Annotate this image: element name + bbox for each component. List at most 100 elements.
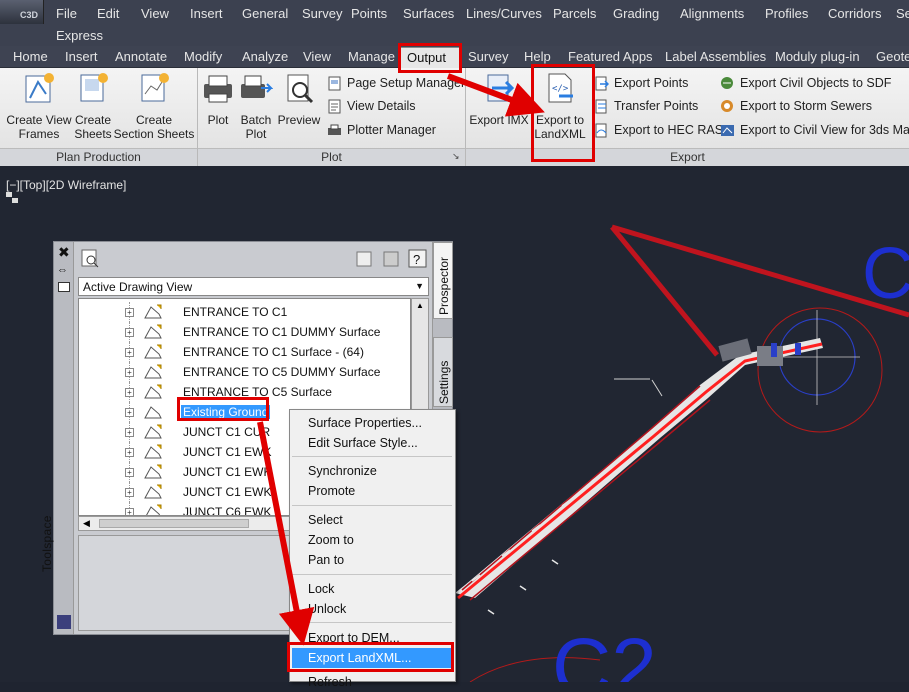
plot-dialog-launcher-icon[interactable]: ↘ <box>452 151 460 162</box>
expand-icon[interactable]: + <box>125 388 134 397</box>
viewport-controls-label[interactable]: [−][Top][2D Wireframe] <box>6 178 126 192</box>
export-points-button[interactable]: Export Points <box>594 73 688 93</box>
tab-help[interactable]: Help <box>524 49 551 64</box>
menu-points[interactable]: Points <box>351 6 387 21</box>
menu-general[interactable]: General <box>242 6 288 21</box>
page-setup-manager-label: Page Setup Manager <box>347 76 466 90</box>
tab-annotate[interactable]: Annotate <box>115 49 167 64</box>
create-sheets-label: Create Sheets <box>74 113 112 141</box>
expand-icon[interactable]: + <box>125 448 134 457</box>
expand-icon[interactable]: + <box>125 328 134 337</box>
highlight-existing-ground <box>177 397 269 421</box>
view-details-button[interactable]: View Details <box>327 96 416 116</box>
menu-grading[interactable]: Grading <box>613 6 659 21</box>
plot-label: Plot <box>207 113 229 127</box>
tree-item[interactable]: + ENTRANCE TO C1 Surface - (64) <box>79 342 410 362</box>
panel-icon[interactable] <box>383 251 399 267</box>
plot-button[interactable]: Plot <box>199 72 237 127</box>
expand-icon[interactable]: + <box>125 408 134 417</box>
tree-item[interactable]: + ENTRANCE TO C1 DUMMY Surface <box>79 322 410 342</box>
menu-divider <box>292 622 452 623</box>
create-sheets-button[interactable]: Create Sheets <box>74 72 112 141</box>
tab-prospector-label: Prospector <box>437 256 451 315</box>
preview-button[interactable]: Preview <box>276 72 322 127</box>
chevron-down-icon: ▼ <box>415 281 424 291</box>
menu-lines-curves[interactable]: Lines/Curves <box>466 6 542 21</box>
view-dropdown[interactable]: Active Drawing View ▼ <box>78 277 429 296</box>
export-imx-button[interactable]: Export IMX <box>468 72 530 127</box>
transfer-points-icon <box>595 99 607 113</box>
menu-view[interactable]: View <box>141 6 169 21</box>
surface-icon <box>144 464 162 479</box>
export-to-storm-sewers-button[interactable]: Export to Storm Sewers <box>720 96 872 116</box>
export-to-hec-ras-button[interactable]: Export to HEC RAS <box>594 120 723 140</box>
tab-view[interactable]: View <box>303 49 331 64</box>
menu-surface-properties[interactable]: Surface Properties... <box>290 413 455 433</box>
tab-manage[interactable]: Manage <box>348 49 395 64</box>
page-setup-manager-button[interactable]: Page Setup Manager <box>327 73 465 93</box>
app-menu-button[interactable]: C3D <box>0 0 44 24</box>
properties-icon[interactable] <box>58 282 70 292</box>
menu-overflow[interactable]: Se <box>896 6 909 21</box>
menu-alignments[interactable]: Alignments <box>680 6 744 21</box>
menu-profiles[interactable]: Profiles <box>765 6 808 21</box>
expand-icon[interactable]: + <box>125 308 134 317</box>
tab-home[interactable]: Home <box>13 49 48 64</box>
close-icon[interactable]: ✖ <box>58 244 70 261</box>
scroll-left-icon[interactable]: ◀ <box>83 518 90 529</box>
menu-insert[interactable]: Insert <box>190 6 223 21</box>
tab-modify[interactable]: Modify <box>184 49 222 64</box>
highlight-export-landxml-menu <box>287 642 454 672</box>
tree-item[interactable]: + ENTRANCE TO C5 DUMMY Surface <box>79 362 410 382</box>
transfer-points-button[interactable]: Transfer Points <box>594 96 698 116</box>
tab-analyze[interactable]: Analyze <box>242 49 288 64</box>
menu-survey[interactable]: Survey <box>302 6 342 21</box>
expand-icon[interactable]: + <box>125 428 134 437</box>
menu-promote[interactable]: Promote <box>290 481 455 501</box>
menu-corridors[interactable]: Corridors <box>828 6 881 21</box>
menu-edit-surface-style[interactable]: Edit Surface Style... <box>290 433 455 453</box>
scroll-thumb[interactable] <box>99 519 249 528</box>
menu-surfaces[interactable]: Surfaces <box>403 6 454 21</box>
menu-file[interactable]: File <box>56 6 77 21</box>
toolspace-toolbar: ? <box>81 249 427 268</box>
tab-survey[interactable]: Survey <box>468 49 508 64</box>
expand-icon[interactable]: + <box>125 348 134 357</box>
create-section-sheets-button[interactable]: Create Section Sheets <box>113 72 195 141</box>
create-view-frames-button[interactable]: Create View Frames <box>4 72 74 141</box>
item-view-icon[interactable] <box>356 251 372 267</box>
menu-express[interactable]: Express <box>56 28 103 43</box>
expand-icon[interactable]: + <box>125 488 134 497</box>
tab-label-assemblies[interactable]: Label Assemblies <box>665 49 766 64</box>
tab-moduly-plugin[interactable]: Moduly plug-in <box>775 49 860 64</box>
scroll-up-icon[interactable]: ▲ <box>416 301 424 310</box>
expand-icon[interactable]: + <box>125 368 134 377</box>
menu-edit[interactable]: Edit <box>97 6 119 21</box>
panel-title-plot: Plot <box>198 148 465 166</box>
view-frames-icon <box>25 73 54 103</box>
tree-item[interactable]: + ENTRANCE TO C1 <box>79 302 410 322</box>
menu-refresh[interactable]: Refresh <box>290 672 455 692</box>
search-icon[interactable] <box>81 249 99 268</box>
export-to-civil-view-button[interactable]: Export to Civil View for 3ds Max <box>720 120 909 140</box>
expand-icon[interactable]: + <box>125 508 134 515</box>
menu-parcels[interactable]: Parcels <box>553 6 596 21</box>
plotter-manager-button[interactable]: Plotter Manager <box>327 120 436 140</box>
ucs-icon <box>6 192 18 203</box>
menu-unlock[interactable]: Unlock <box>290 599 455 619</box>
tab-featured-apps[interactable]: Featured Apps <box>568 49 653 64</box>
tab-prospector[interactable]: Prospector <box>433 242 453 319</box>
menu-zoom-to[interactable]: Zoom to <box>290 530 455 550</box>
batch-plot-button[interactable]: Batch Plot <box>237 72 275 141</box>
export-civil-objects-sdf-button[interactable]: Export Civil Objects to SDF <box>720 73 891 93</box>
tab-insert[interactable]: Insert <box>65 49 98 64</box>
menu-synchronize[interactable]: Synchronize <box>290 461 455 481</box>
menu-lock[interactable]: Lock <box>290 579 455 599</box>
tab-geote[interactable]: Geote <box>876 49 909 64</box>
tab-settings[interactable]: Settings <box>433 337 453 407</box>
menu-pan-to[interactable]: Pan to <box>290 550 455 570</box>
help-icon[interactable]: ? <box>408 249 427 268</box>
menu-select[interactable]: Select <box>290 510 455 530</box>
expand-icon[interactable]: + <box>125 468 134 477</box>
auto-hide-icon[interactable]: ⇔ <box>57 264 68 276</box>
